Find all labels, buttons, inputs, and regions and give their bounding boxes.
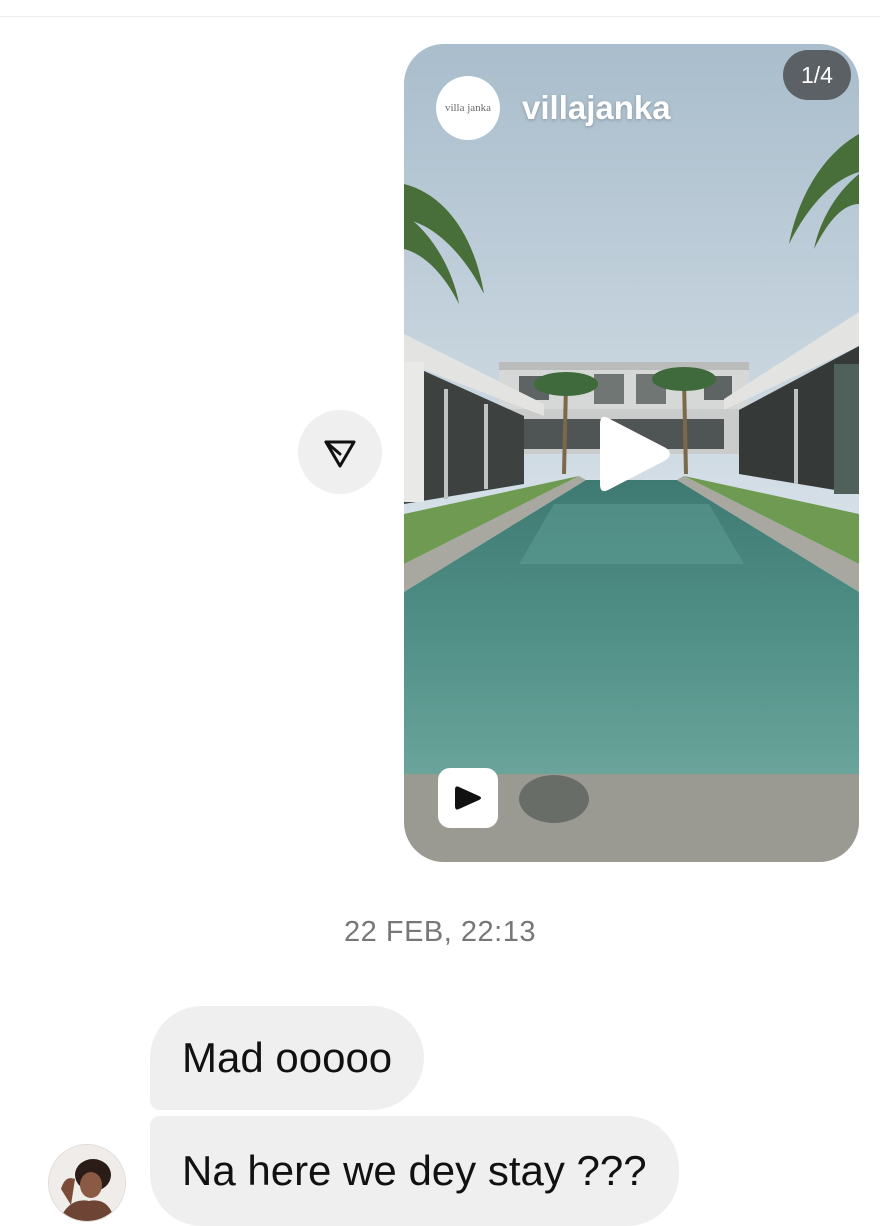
villajanka-avatar[interactable]: villa janka — [436, 76, 500, 140]
page-counter-badge: 1/4 — [783, 50, 851, 100]
message-bubble[interactable]: Mad ooooo — [150, 1006, 425, 1110]
play-icon[interactable] — [594, 412, 674, 496]
share-button[interactable] — [298, 410, 382, 494]
sender-avatar[interactable] — [48, 1144, 126, 1222]
message-bubble[interactable]: Na here we dey stay ??? — [150, 1116, 679, 1226]
reel-play-glyph-icon — [455, 786, 481, 810]
message-text: Na here we dey stay ??? — [182, 1147, 647, 1194]
reel-username[interactable]: villajanka — [522, 89, 671, 127]
send-icon — [324, 440, 356, 468]
reel-icon — [438, 768, 498, 828]
message-timestamp: 22 FEB, 22:13 — [344, 916, 536, 948]
top-divider — [0, 16, 880, 17]
reel-header[interactable]: villa janka villajanka — [436, 76, 671, 140]
shared-reel-card[interactable]: villa janka villajanka 1/4 — [404, 44, 859, 862]
message-text: Mad ooooo — [182, 1034, 393, 1081]
sender-photo — [49, 1145, 125, 1221]
